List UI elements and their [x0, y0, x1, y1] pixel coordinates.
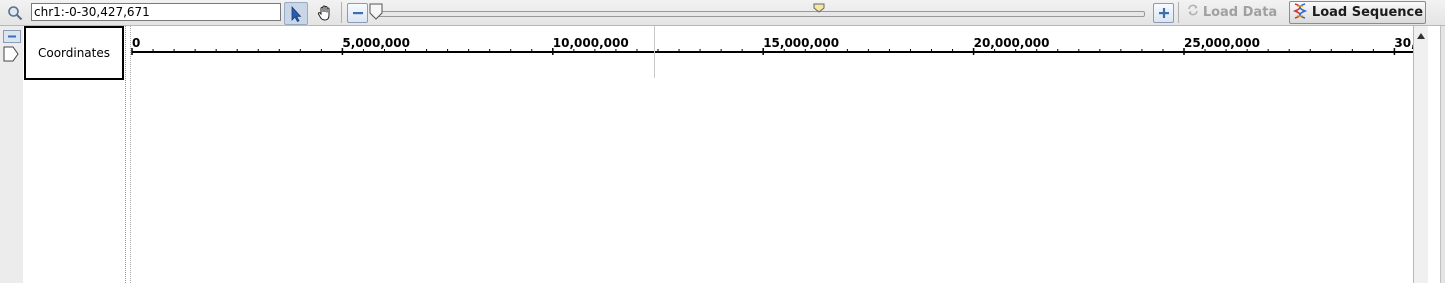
ruler-tick-label: 5,000,000 — [342, 36, 410, 50]
collapse-button[interactable] — [3, 30, 21, 43]
select-pointer-icon[interactable] — [284, 2, 308, 25]
pan-hand-icon[interactable] — [314, 2, 336, 23]
toolbar-separator — [341, 2, 342, 23]
scroll-up-arrow-icon[interactable] — [1417, 28, 1425, 42]
vertical-scrollbar[interactable] — [1413, 26, 1428, 283]
track-label-coordinates[interactable]: Coordinates — [24, 26, 124, 80]
load-sequence-button[interactable]: Load Sequence — [1289, 1, 1426, 24]
dna-icon — [1292, 2, 1308, 23]
zoom-in-button[interactable] — [1153, 3, 1174, 23]
refresh-icon — [1187, 4, 1199, 20]
ruler-tick-label: 15,000,000 — [763, 36, 840, 50]
ruler-tick-label: 10,000,000 — [552, 36, 629, 50]
window-edge — [1440, 26, 1445, 283]
zoom-out-button[interactable] — [347, 3, 368, 23]
load-sequence-label: Load Sequence — [1311, 5, 1424, 20]
toolbar: Load Data Load Sequence — [0, 0, 1445, 26]
track-label-text: Coordinates — [37, 46, 111, 60]
zoom-slider-track[interactable] — [372, 11, 1145, 17]
zoom-slider-marker-icon — [813, 2, 825, 16]
zoom-slider-thumb[interactable] — [368, 3, 384, 24]
track-selector-icon[interactable] — [3, 46, 19, 65]
toolbar-separator — [1178, 2, 1179, 23]
load-data-button[interactable]: Load Data — [1181, 1, 1283, 23]
ruler-tick-label: 0 — [132, 36, 141, 50]
locus-input[interactable] — [31, 3, 281, 21]
ruler-axis — [131, 26, 1413, 78]
ruler-tick-label: 25,000,000 — [1184, 36, 1260, 50]
search-icon[interactable] — [4, 2, 26, 23]
load-data-label: Load Data — [1202, 4, 1278, 20]
coordinate-ruler-panel[interactable]: 0 5,000,000 10,000,000 15,000,000 20,000,000… — [131, 26, 1416, 283]
ruler-tick-label: 20,000,000 — [973, 36, 1050, 50]
